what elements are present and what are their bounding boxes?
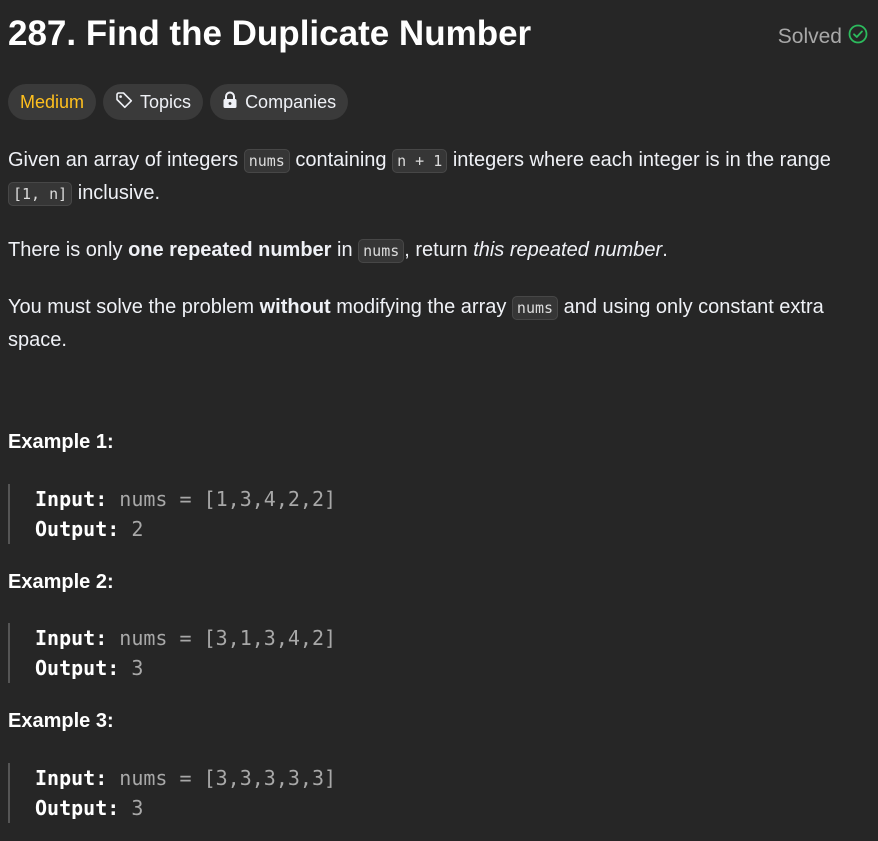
lock-icon (222, 91, 238, 114)
topics-label: Topics (140, 91, 192, 112)
bold-text: without (259, 296, 331, 318)
topics-button[interactable]: Topics (103, 84, 204, 120)
input-value: nums = [3,3,3,3,3] (119, 766, 337, 790)
text-span: containing (289, 149, 393, 171)
example-input-line: Input: nums = [1,3,4,2,2] (35, 484, 608, 514)
solved-status: Solved (778, 24, 868, 50)
solved-label: Solved (777, 25, 842, 48)
example-input-line: Input: nums = [3,3,3,3,3] (35, 763, 608, 793)
text-span: in (331, 239, 359, 261)
input-label: Input: (35, 487, 108, 511)
output-label: Output: (35, 796, 120, 820)
example-3-title: Example 3: (8, 710, 114, 732)
description-paragraph-1: Given an array of integers nums containi… (8, 144, 858, 210)
inline-code: nums (511, 296, 559, 320)
output-value: 2 (131, 517, 144, 541)
input-value: nums = [3,1,3,4,2] (119, 626, 337, 650)
output-value: 3 (131, 656, 144, 680)
output-value: 3 (131, 796, 144, 820)
problem-description: Given an array of integers nums containi… (8, 144, 858, 380)
companies-button[interactable]: Companies (210, 84, 349, 120)
description-paragraph-2: There is only one repeated number in num… (8, 234, 858, 267)
text-span: You must solve the problem (8, 296, 260, 318)
example-output-line: Output: 3 (35, 653, 608, 683)
input-label: Input: (35, 766, 108, 790)
example-2-block: Input: nums = [3,1,3,4,2] Output: 3 (8, 623, 608, 683)
check-circle-icon (848, 24, 868, 50)
example-3-block: Input: nums = [3,3,3,3,3] Output: 3 (8, 763, 608, 823)
difficulty-label: Medium (20, 91, 85, 112)
text-span: There is only (8, 239, 129, 261)
description-paragraph-3: You must solve the problem without modif… (8, 291, 858, 356)
text-span: . (662, 239, 668, 261)
example-input-line: Input: nums = [3,1,3,4,2] (35, 623, 608, 653)
inline-code: nums (243, 149, 290, 173)
inline-code: [1, n] (8, 182, 73, 206)
inline-code: n + 1 (392, 149, 448, 173)
text-span: Given an array of integers (8, 149, 244, 171)
title-row: 287. Find the Duplicate Number Solved (8, 14, 870, 64)
example-output-line: Output: 2 (35, 514, 608, 544)
example-2-title: Example 2: (8, 571, 114, 593)
text-span: modifying the array (330, 296, 512, 318)
tag-icon (115, 91, 133, 114)
text-span: , return (404, 239, 474, 261)
difficulty-badge[interactable]: Medium (8, 84, 97, 120)
text-span: inclusive. (72, 182, 160, 204)
output-label: Output: (35, 517, 120, 541)
tag-row: Medium Topics Companies (8, 84, 349, 120)
inline-code: nums (358, 239, 405, 263)
example-1-block: Input: nums = [1,3,4,2,2] Output: 2 (8, 484, 608, 544)
bold-text: one repeated number (128, 239, 332, 261)
problem-title[interactable]: 287. Find the Duplicate Number (8, 14, 531, 54)
italic-text: this repeated number (473, 239, 663, 261)
input-label: Input: (35, 626, 108, 650)
input-value: nums = [1,3,4,2,2] (119, 487, 337, 511)
example-1-title: Example 1: (8, 431, 114, 453)
example-output-line: Output: 3 (35, 793, 608, 823)
text-span: integers where each integer is in the ra… (447, 149, 831, 171)
output-label: Output: (35, 656, 120, 680)
companies-label: Companies (245, 91, 337, 112)
